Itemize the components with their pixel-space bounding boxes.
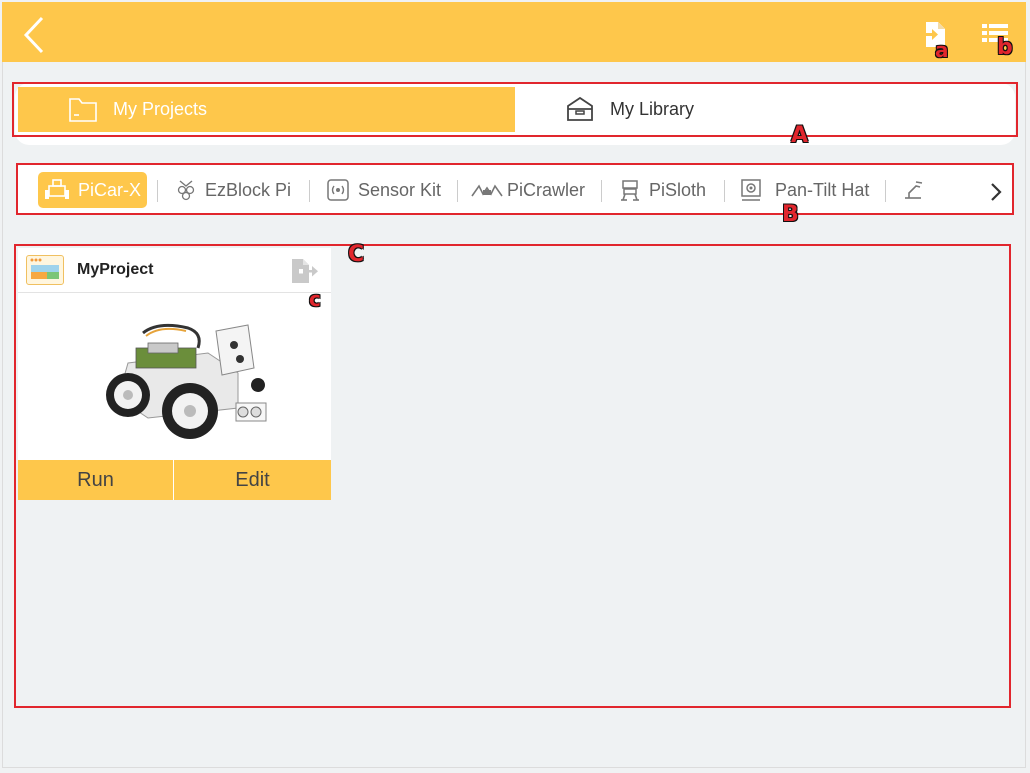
annotation-label-b-lower: b — [997, 35, 1013, 60]
annotation-label-b-upper: B — [782, 202, 799, 227]
back-chevron-icon — [23, 16, 44, 54]
back-button[interactable] — [20, 14, 50, 56]
annotation-label-a-lower: a — [935, 38, 949, 62]
annotation-label-a-upper: A — [791, 123, 809, 148]
annotation-label-c-lower: c — [309, 287, 321, 311]
annotation-box-b — [16, 163, 1014, 215]
top-bar — [2, 2, 1026, 62]
annotation-box-c — [14, 244, 1011, 708]
annotation-box-a — [12, 82, 1018, 137]
annotation-label-c-upper: C — [348, 242, 365, 267]
